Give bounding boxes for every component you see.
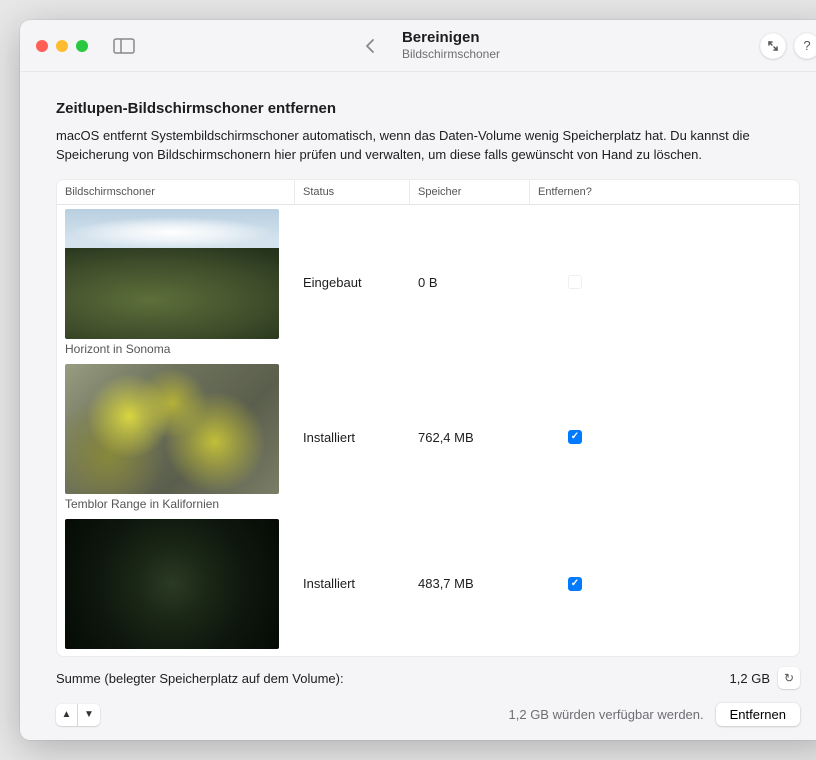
- content: Zeitlupen-Bildschirmschoner entfernen ma…: [20, 72, 816, 740]
- cell-delete: [530, 573, 620, 595]
- title-area: Bereinigen Bildschirmschoner: [356, 28, 500, 63]
- window-subtitle: Bildschirmschoner: [402, 47, 500, 63]
- table-header: Bildschirmschoner Status Speicher Entfer…: [57, 180, 799, 205]
- cell-storage: 0 B: [410, 271, 530, 294]
- footer: Summe (belegter Speicherplatz auf dem Vo…: [56, 657, 800, 726]
- screensaver-thumbnail: [65, 364, 279, 494]
- sum-label: Summe (belegter Speicherplatz auf dem Vo…: [56, 671, 344, 686]
- cell-screensaver: Horizont in Sonoma: [57, 205, 295, 360]
- screensaver-thumbnail: [65, 519, 279, 649]
- titlebar: Bereinigen Bildschirmschoner ?: [20, 20, 816, 72]
- traffic-lights: [36, 40, 88, 52]
- sort-buttons: ▲ ▼: [56, 704, 100, 726]
- cell-screensaver: [57, 515, 295, 653]
- cell-status: Eingebaut: [295, 271, 410, 294]
- cell-status: Installiert: [295, 572, 410, 595]
- column-header-delete[interactable]: Entfernen?: [530, 180, 620, 204]
- cell-storage: 483,7 MB: [410, 572, 530, 595]
- back-button[interactable]: [356, 32, 384, 60]
- column-header-screensaver[interactable]: Bildschirmschoner: [57, 180, 295, 204]
- table-body[interactable]: Horizont in Sonoma Eingebaut0 B Temblor Ra…: [57, 205, 799, 656]
- screensaver-thumbnail: [65, 209, 279, 339]
- window: Bereinigen Bildschirmschoner ? Zeitlupen…: [20, 20, 816, 740]
- cell-delete: [530, 426, 620, 448]
- delete-checkbox: [568, 275, 582, 289]
- sum-value: 1,2 GB: [730, 671, 770, 686]
- column-header-status[interactable]: Status: [295, 180, 410, 204]
- sidebar-toggle-button[interactable]: [110, 35, 138, 57]
- window-minimize-button[interactable]: [56, 40, 68, 52]
- cell-screensaver: Temblor Range in Kalifornien: [57, 360, 295, 515]
- delete-checkbox[interactable]: [568, 430, 582, 444]
- window-resize-button[interactable]: [760, 33, 786, 59]
- help-button[interactable]: ?: [794, 33, 816, 59]
- cell-status: Installiert: [295, 426, 410, 449]
- delete-checkbox[interactable]: [568, 577, 582, 591]
- page-description: macOS entfernt Systembildschirmschoner a…: [56, 127, 800, 165]
- page-title: Zeitlupen-Bildschirmschoner entfernen: [56, 100, 800, 117]
- table-row[interactable]: Horizont in Sonoma Eingebaut0 B: [57, 205, 799, 360]
- window-zoom-button[interactable]: [76, 40, 88, 52]
- screensaver-table: Bildschirmschoner Status Speicher Entfer…: [56, 179, 800, 657]
- cell-delete: [530, 271, 620, 293]
- column-header-storage[interactable]: Speicher: [410, 180, 530, 204]
- cell-storage: 762,4 MB: [410, 426, 530, 449]
- remove-button[interactable]: Entfernen: [716, 703, 800, 726]
- table-row[interactable]: Installiert483,7 MB: [57, 515, 799, 653]
- window-title: Bereinigen: [402, 28, 500, 48]
- refresh-button[interactable]: ↻: [778, 667, 800, 689]
- screensaver-name: Temblor Range in Kalifornien: [65, 497, 219, 511]
- sort-up-button[interactable]: ▲: [56, 704, 78, 726]
- table-row[interactable]: Temblor Range in Kalifornien Installiert7…: [57, 360, 799, 515]
- sort-down-button[interactable]: ▼: [78, 704, 100, 726]
- screensaver-name: Horizont in Sonoma: [65, 342, 170, 356]
- window-close-button[interactable]: [36, 40, 48, 52]
